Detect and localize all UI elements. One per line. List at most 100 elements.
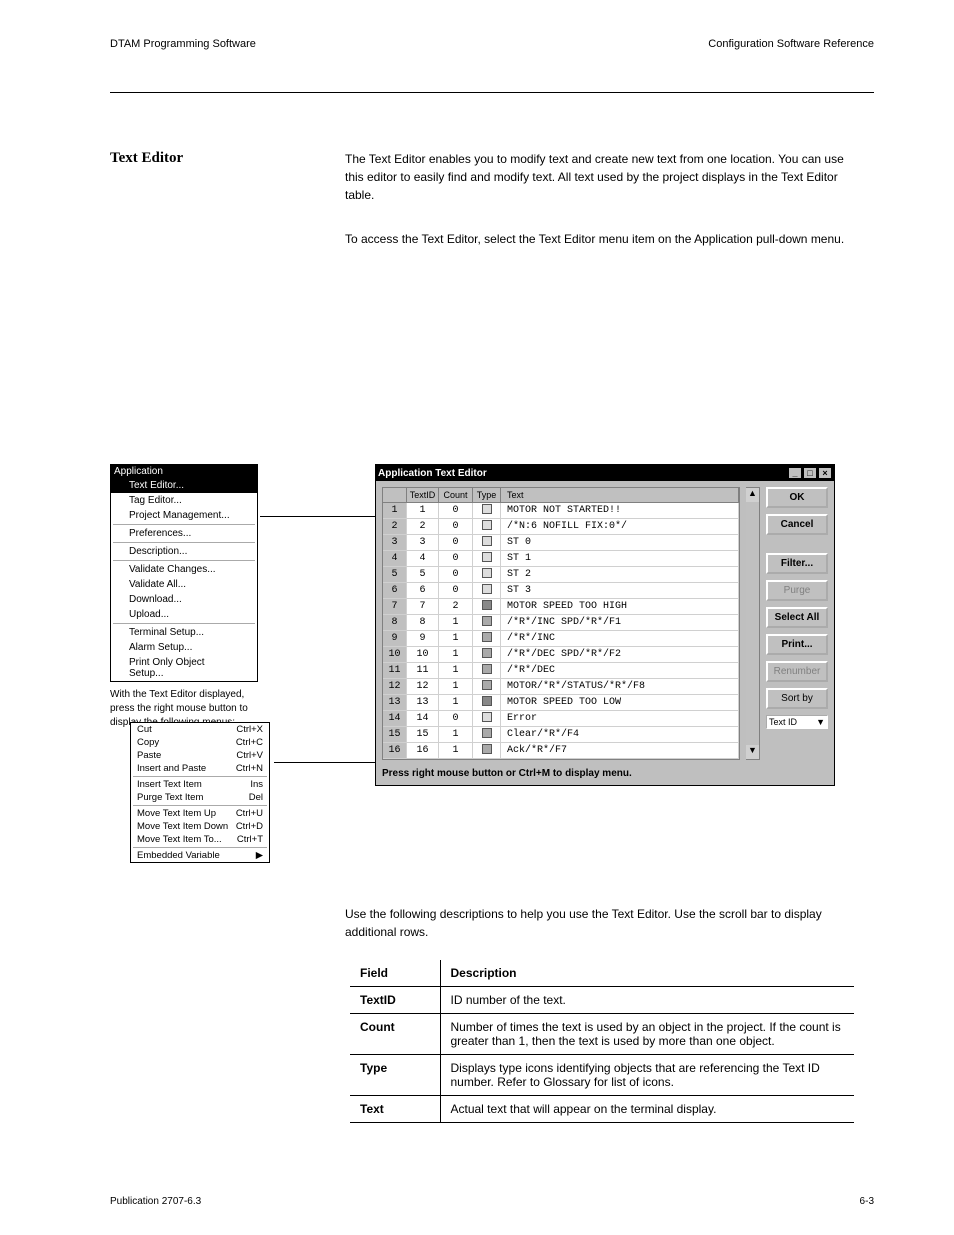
menu-item-alarm-setup[interactable]: Alarm Setup...	[111, 640, 257, 655]
row-header[interactable]: 14	[383, 711, 407, 726]
sort-by-label: Sort by	[766, 688, 828, 709]
cell-text[interactable]: /*R*/DEC SPD/*R*/F2	[501, 647, 739, 662]
cell-text[interactable]: /*N:6 NOFILL FIX:0*/	[501, 519, 739, 534]
cancel-button[interactable]: Cancel	[766, 514, 828, 535]
table-row[interactable]: 772MOTOR SPEED TOO HIGH	[383, 599, 739, 615]
cell-text[interactable]: Error	[501, 711, 739, 726]
row-header[interactable]: 16	[383, 743, 407, 758]
cell-count: 1	[439, 631, 473, 646]
app-menu-title[interactable]: Application	[111, 465, 257, 478]
purge-button: Purge	[766, 580, 828, 601]
table-row[interactable]: 14140Error	[383, 711, 739, 727]
cell-text[interactable]: ST 2	[501, 567, 739, 582]
field-description-table: Field Description TextIDID number of the…	[350, 960, 854, 1123]
menu-item-terminal-setup[interactable]: Terminal Setup...	[111, 625, 257, 640]
menu-item-preferences[interactable]: Preferences...	[111, 526, 257, 541]
menu-sep	[113, 560, 255, 561]
cell-text[interactable]: ST 1	[501, 551, 739, 566]
table-row[interactable]: 11111/*R*/DEC	[383, 663, 739, 679]
table-row[interactable]: 220/*N:6 NOFILL FIX:0*/	[383, 519, 739, 535]
cell-text[interactable]: ST 3	[501, 583, 739, 598]
cell-text[interactable]: /*R*/INC	[501, 631, 739, 646]
publication-footer: Publication 2707-6.3	[110, 1196, 201, 1207]
scroll-up-icon[interactable]: ▲	[746, 488, 759, 502]
filter-button[interactable]: Filter...	[766, 553, 828, 574]
ctx-embedded-variable[interactable]: Embedded Variable▶	[131, 849, 269, 862]
col-text[interactable]: Text	[501, 488, 739, 502]
menu-item-upload[interactable]: Upload...	[111, 607, 257, 622]
print-button[interactable]: Print...	[766, 634, 828, 655]
row-header[interactable]: 9	[383, 631, 407, 646]
table-row[interactable]: 13131MOTOR SPEED TOO LOW	[383, 695, 739, 711]
maximize-icon[interactable]: □	[803, 467, 817, 479]
cell-text[interactable]: MOTOR NOT STARTED!!	[501, 503, 739, 518]
row-header[interactable]: 8	[383, 615, 407, 630]
ctx-purge-text-item[interactable]: Purge Text ItemDel	[131, 791, 269, 804]
cell-count: 0	[439, 711, 473, 726]
row-header[interactable]: 4	[383, 551, 407, 566]
row-header[interactable]: 6	[383, 583, 407, 598]
chevron-down-icon[interactable]: ▼	[816, 717, 825, 727]
cell-text[interactable]: Clear/*R*/F4	[501, 727, 739, 742]
cell-text[interactable]: /*R*/DEC	[501, 663, 739, 678]
ctx-move-down[interactable]: Move Text Item DownCtrl+D	[131, 820, 269, 833]
cell-count: 1	[439, 615, 473, 630]
table-row[interactable]: 550ST 2	[383, 567, 739, 583]
ctx-paste[interactable]: PasteCtrl+V	[131, 749, 269, 762]
cell-text[interactable]: MOTOR/*R*/STATUS/*R*/F8	[501, 679, 739, 694]
col-count[interactable]: Count	[439, 488, 473, 502]
ctx-move-to[interactable]: Move Text Item To...Ctrl+T	[131, 833, 269, 846]
menu-item-validate-changes[interactable]: Validate Changes...	[111, 562, 257, 577]
menu-item-download[interactable]: Download...	[111, 592, 257, 607]
table-row[interactable]: 881/*R*/INC SPD/*R*/F1	[383, 615, 739, 631]
cell-type	[473, 743, 501, 758]
vertical-scrollbar[interactable]: ▲ ▼	[746, 487, 760, 760]
ctx-move-up[interactable]: Move Text Item UpCtrl+U	[131, 807, 269, 820]
cell-text[interactable]: ST 0	[501, 535, 739, 550]
table-row[interactable]: 12121MOTOR/*R*/STATUS/*R*/F8	[383, 679, 739, 695]
menu-item-description[interactable]: Description...	[111, 544, 257, 559]
cell-text[interactable]: MOTOR SPEED TOO HIGH	[501, 599, 739, 614]
table-row[interactable]: 991/*R*/INC	[383, 631, 739, 647]
col-type[interactable]: Type	[473, 488, 501, 502]
col-textid[interactable]: TextID	[407, 488, 439, 502]
table-row[interactable]: 440ST 1	[383, 551, 739, 567]
row-header[interactable]: 11	[383, 663, 407, 678]
minimize-icon[interactable]: _	[788, 467, 802, 479]
ctx-cut[interactable]: CutCtrl+X	[131, 723, 269, 736]
menu-item-text-editor[interactable]: Text Editor...	[111, 478, 257, 493]
cell-text[interactable]: /*R*/INC SPD/*R*/F1	[501, 615, 739, 630]
table-row[interactable]: 16161Ack/*R*/F7	[383, 743, 739, 759]
cell-count: 1	[439, 679, 473, 694]
ctx-insert-text-item[interactable]: Insert Text ItemIns	[131, 778, 269, 791]
table-row[interactable]: 10101/*R*/DEC SPD/*R*/F2	[383, 647, 739, 663]
row-header[interactable]: 2	[383, 519, 407, 534]
row-header[interactable]: 15	[383, 727, 407, 742]
text-editor-grid[interactable]: TextID Count Type Text 110MOTOR NOT STAR…	[382, 487, 740, 760]
sort-by-combo[interactable]: Text ID ▼	[766, 715, 828, 729]
table-row[interactable]: 110MOTOR NOT STARTED!!	[383, 503, 739, 519]
table-row[interactable]: 330ST 0	[383, 535, 739, 551]
ok-button[interactable]: OK	[766, 487, 828, 508]
row-header[interactable]: 12	[383, 679, 407, 694]
menu-item-project-management[interactable]: Project Management...	[111, 508, 257, 523]
table-row[interactable]: 660ST 3	[383, 583, 739, 599]
close-icon[interactable]: ×	[818, 467, 832, 479]
ctx-insert-and-paste[interactable]: Insert and PasteCtrl+N	[131, 762, 269, 775]
cell-text[interactable]: MOTOR SPEED TOO LOW	[501, 695, 739, 710]
select-all-button[interactable]: Select All	[766, 607, 828, 628]
cell-text[interactable]: Ack/*R*/F7	[501, 743, 739, 758]
table-row[interactable]: 15151Clear/*R*/F4	[383, 727, 739, 743]
row-header[interactable]: 13	[383, 695, 407, 710]
row-header[interactable]: 10	[383, 647, 407, 662]
menu-item-tag-editor[interactable]: Tag Editor...	[111, 493, 257, 508]
row-header[interactable]: 1	[383, 503, 407, 518]
menu-item-validate-all[interactable]: Validate All...	[111, 577, 257, 592]
window-titlebar[interactable]: Application Text Editor _ □ ×	[376, 465, 834, 481]
scroll-down-icon[interactable]: ▼	[746, 745, 759, 759]
row-header[interactable]: 7	[383, 599, 407, 614]
row-header[interactable]: 5	[383, 567, 407, 582]
ctx-copy[interactable]: CopyCtrl+C	[131, 736, 269, 749]
menu-item-print-only-object-setup[interactable]: Print Only Object Setup...	[111, 655, 257, 681]
row-header[interactable]: 3	[383, 535, 407, 550]
